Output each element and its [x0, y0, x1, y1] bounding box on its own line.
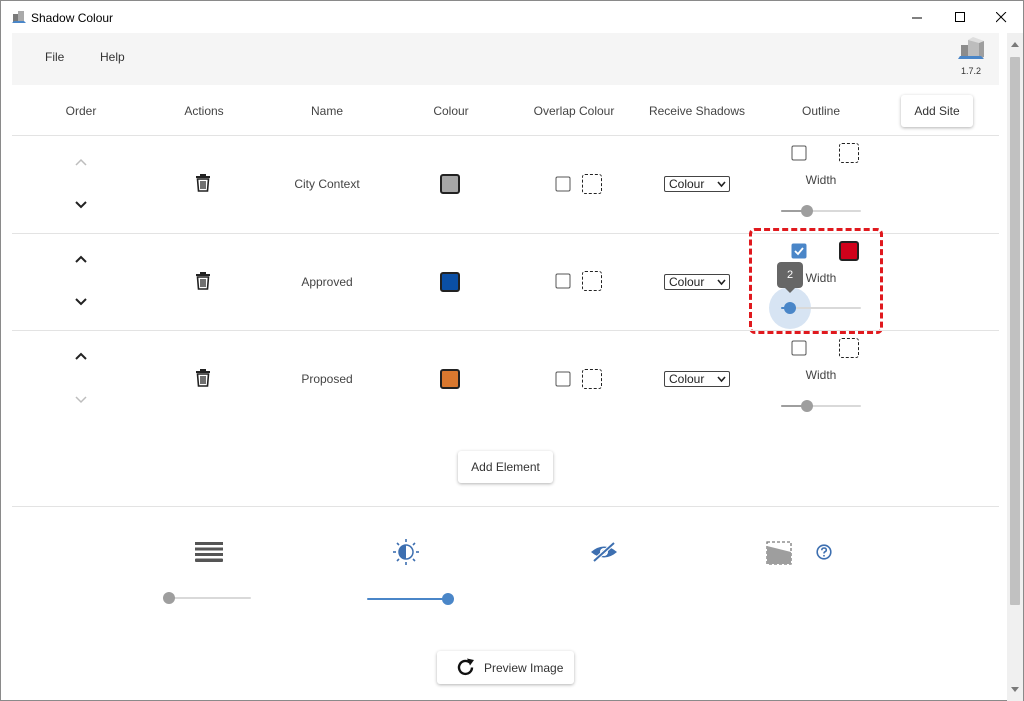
chevron-down-icon: [717, 181, 726, 188]
header-outline: Outline: [801, 104, 841, 118]
width-slider-thumb[interactable]: [801, 205, 813, 217]
menu-help[interactable]: Help: [100, 50, 125, 64]
width-label: Width: [805, 368, 837, 382]
app-icon: [12, 11, 26, 23]
maximize-button[interactable]: [937, 1, 983, 33]
scroll-up-icon[interactable]: [1011, 41, 1019, 47]
delete-icon[interactable]: [195, 369, 211, 387]
delete-icon[interactable]: [195, 174, 211, 192]
brightness-icon[interactable]: [393, 539, 419, 565]
highlight-box: [749, 228, 883, 334]
receive-shadows-select[interactable]: Colour: [664, 176, 730, 192]
move-down-icon: [75, 396, 87, 404]
layers-slider-track[interactable]: [169, 597, 251, 599]
app-logo-icon: [958, 37, 984, 59]
title-bar: Shadow Colour: [1, 1, 1023, 33]
move-down-icon[interactable]: [74, 297, 88, 307]
header-order: Order: [65, 104, 97, 118]
receive-shadows-select[interactable]: Colour: [664, 371, 730, 387]
select-value: Colour: [669, 275, 705, 289]
header-receive-shadows: Receive Shadows: [648, 104, 746, 118]
colour-swatch[interactable]: [440, 369, 460, 389]
outline-colour-swatch[interactable]: [839, 143, 859, 163]
element-name: City Context: [294, 177, 360, 191]
chevron-down-icon: [717, 279, 726, 286]
window-title: Shadow Colour: [31, 11, 114, 25]
colour-swatch[interactable]: [440, 174, 460, 194]
move-down-icon[interactable]: [74, 200, 88, 210]
overlap-colour-swatch[interactable]: [582, 174, 602, 194]
app-window: Shadow Colour File Help 1.7.2 Order Acti…: [0, 0, 1024, 701]
close-button[interactable]: [978, 1, 1024, 33]
maximize-icon: [954, 11, 965, 22]
add-site-button[interactable]: Add Site: [901, 95, 973, 127]
menu-file[interactable]: File: [45, 50, 64, 64]
menu-bar: File Help 1.7.2: [12, 33, 999, 85]
overlap-checkbox[interactable]: [555, 176, 571, 192]
element-name: Proposed: [301, 372, 353, 386]
shadow-area-icon[interactable]: [766, 541, 792, 565]
width-label: Width: [805, 173, 837, 187]
help-icon[interactable]: [816, 544, 832, 560]
preview-image-button[interactable]: Preview Image: [437, 651, 574, 684]
overlap-colour-swatch[interactable]: [582, 369, 602, 389]
header-colour: Colour: [433, 104, 469, 118]
header-actions: Actions: [184, 104, 224, 118]
overlap-colour-swatch[interactable]: [582, 271, 602, 291]
add-element-button[interactable]: Add Element: [458, 451, 553, 483]
chevron-down-icon: [717, 376, 726, 383]
move-up-icon[interactable]: [74, 254, 88, 264]
select-value: Colour: [669, 177, 705, 191]
scrollbar-thumb[interactable]: [1010, 57, 1020, 605]
overlap-checkbox[interactable]: [555, 371, 571, 387]
outline-checkbox[interactable]: [791, 145, 807, 161]
layers-icon[interactable]: [195, 542, 223, 562]
close-icon: [995, 11, 1006, 22]
minimize-icon: [911, 17, 922, 18]
delete-icon[interactable]: [195, 272, 211, 290]
brightness-slider-thumb[interactable]: [442, 593, 454, 605]
version-label: 1.7.2: [961, 66, 982, 76]
vertical-scrollbar[interactable]: [1007, 33, 1023, 701]
overlap-checkbox[interactable]: [555, 273, 571, 289]
layers-slider-thumb[interactable]: [163, 592, 175, 604]
refresh-icon: [457, 658, 474, 676]
outline-colour-swatch[interactable]: [839, 338, 859, 358]
divider: [12, 330, 999, 331]
element-name: Approved: [301, 275, 353, 289]
receive-shadows-select[interactable]: Colour: [664, 274, 730, 290]
width-slider-thumb[interactable]: [801, 400, 813, 412]
brightness-slider-fill: [367, 598, 448, 600]
scroll-down-icon[interactable]: [1011, 687, 1019, 693]
header-name: Name: [310, 104, 344, 118]
preview-image-label: Preview Image: [484, 661, 564, 675]
move-up-icon: [75, 158, 87, 166]
visibility-off-icon[interactable]: [589, 541, 619, 563]
select-value: Colour: [669, 372, 705, 386]
minimize-button[interactable]: [894, 1, 940, 33]
header-overlap-colour: Overlap Colour: [533, 104, 615, 118]
divider: [12, 506, 999, 507]
move-up-icon[interactable]: [74, 351, 88, 361]
outline-checkbox[interactable]: [791, 340, 807, 356]
colour-swatch[interactable]: [440, 272, 460, 292]
divider: [12, 135, 999, 136]
